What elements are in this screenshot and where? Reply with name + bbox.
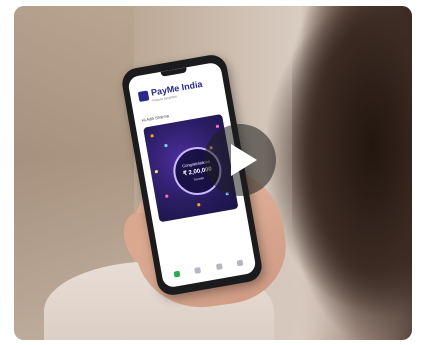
bottom-nav [165,253,252,284]
app-header: PayMe India Finance Simplified [135,76,221,110]
card-icon[interactable] [194,266,202,274]
profile-icon[interactable] [236,259,244,267]
play-button[interactable] [204,124,276,196]
play-icon [231,144,257,176]
brand-logo-icon [137,90,150,103]
chart-icon[interactable] [215,263,223,271]
home-icon[interactable] [173,270,181,278]
user-greeting: Hi Aditi Sharma [141,113,170,123]
phone-notch [160,67,188,77]
person-hair [292,6,412,340]
video-thumbnail[interactable]: PayMe India Finance Simplified Hi Aditi … [14,6,412,340]
